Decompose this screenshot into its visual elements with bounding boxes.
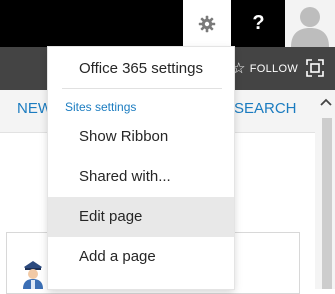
profile-avatar-icon [285,0,335,47]
menu-item-add-a-page[interactable]: Add a page [48,237,234,277]
chevron-up-icon [320,98,332,106]
profile-button[interactable] [285,0,335,47]
help-icon: ? [252,12,265,34]
menu-section-sites-settings: Sites settings [65,100,137,114]
menu-item-edit-page[interactable]: Edit page [48,197,234,237]
menu-item-show-ribbon[interactable]: Show Ribbon [48,117,234,157]
menu-item-shared-with[interactable]: Shared with... [48,157,234,197]
follow-label: FOLLOW [249,62,298,75]
nav-link-new[interactable]: NEW [17,100,52,117]
settings-button[interactable] [183,0,231,47]
menu-divider [62,88,222,89]
settings-menu: Office 365 settings Sites settings Show … [48,47,234,289]
scrollbar-thumb[interactable] [322,118,332,289]
scroll-up-button[interactable] [319,96,333,110]
nav-link-search[interactable]: SEARCH [234,100,297,117]
officer-icon [20,259,46,289]
menu-item-office365-settings[interactable]: Office 365 settings [48,49,234,89]
gear-icon [198,15,216,32]
star-icon: ☆ [232,60,246,77]
follow-button[interactable]: ☆ FOLLOW [232,47,298,90]
focus-content-icon [306,59,324,77]
help-button[interactable]: ? [235,0,282,47]
focus-content-button[interactable] [305,58,325,78]
